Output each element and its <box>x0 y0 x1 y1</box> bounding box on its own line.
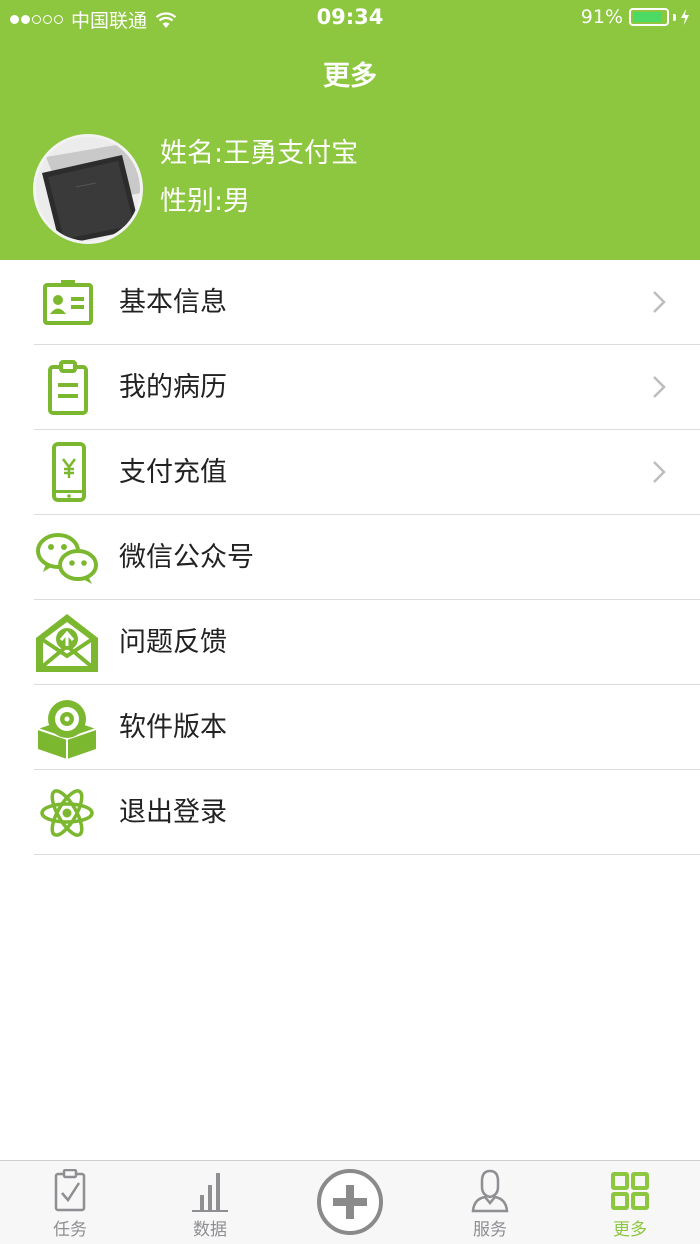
battery-icon <box>629 8 669 26</box>
grid-icon <box>611 1172 649 1210</box>
menu-item-label: 退出登录 <box>119 797 227 828</box>
menu-item-label: 问题反馈 <box>119 627 227 658</box>
avatar-photo <box>36 137 140 241</box>
profile-name: 姓名:王勇支付宝 <box>160 138 359 169</box>
tab-label: 任务 <box>53 1220 87 1240</box>
menu-item-label: 软件版本 <box>119 712 227 743</box>
profile-header: 中国联通 09:34 91% 更多 姓名:王勇支付宝 性别:男 <box>0 0 700 260</box>
avatar[interactable] <box>33 134 143 244</box>
tab-tasks[interactable]: 任务 <box>20 1161 120 1244</box>
clipboard-icon <box>34 357 100 419</box>
chevron-right-icon <box>653 461 666 483</box>
menu-item-software-version[interactable]: 软件版本 <box>34 685 700 770</box>
chevron-right-icon <box>653 376 666 398</box>
add-circle-icon[interactable] <box>315 1167 385 1237</box>
profile-gender: 性别:男 <box>160 186 251 217</box>
menu-item-basic-info[interactable]: 基本信息 <box>34 260 700 345</box>
phone-yuan-icon <box>34 442 100 504</box>
bar-chart-icon <box>192 1173 228 1212</box>
tab-data[interactable]: 数据 <box>160 1161 260 1244</box>
battery-percent: 91% <box>580 6 623 28</box>
status-right: 91% <box>581 6 690 28</box>
menu-item-logout[interactable]: 退出登录 <box>34 770 700 855</box>
software-box-icon <box>34 697 100 759</box>
settings-menu: 基本信息 我的病历 支付充值 微信公众号 问题反馈 软件版本 退出登录 <box>0 260 700 855</box>
task-clipboard-icon <box>54 1169 86 1212</box>
menu-item-feedback[interactable]: 问题反馈 <box>34 600 700 685</box>
menu-item-medical-record[interactable]: 我的病历 <box>34 345 700 430</box>
tab-services[interactable]: 服务 <box>440 1161 540 1244</box>
status-bar: 中国联通 09:34 91% <box>0 0 700 36</box>
menu-item-label: 微信公众号 <box>119 542 254 573</box>
atom-icon <box>34 782 100 844</box>
wechat-icon <box>34 527 100 589</box>
tab-label: 数据 <box>193 1220 227 1240</box>
menu-item-payment[interactable]: 支付充值 <box>34 430 700 515</box>
tab-label: 更多 <box>613 1220 647 1240</box>
id-card-icon <box>34 272 100 334</box>
person-icon <box>471 1169 509 1213</box>
page-title: 更多 <box>323 61 377 92</box>
tab-more[interactable]: 更多 <box>580 1161 680 1244</box>
tab-label: 服务 <box>473 1220 507 1240</box>
charging-bolt-icon <box>681 9 689 25</box>
battery-tip <box>673 13 676 21</box>
menu-item-label: 支付充值 <box>119 457 227 488</box>
menu-item-label: 我的病历 <box>119 372 227 403</box>
menu-item-wechat[interactable]: 微信公众号 <box>34 515 700 600</box>
menu-item-label: 基本信息 <box>119 287 227 318</box>
mail-upload-icon <box>34 612 100 674</box>
tab-bar: 任务 数据 服务 更多 <box>0 1160 700 1244</box>
profile-info: 姓名:王勇支付宝 性别:男 <box>160 134 358 230</box>
chevron-right-icon <box>653 291 666 313</box>
